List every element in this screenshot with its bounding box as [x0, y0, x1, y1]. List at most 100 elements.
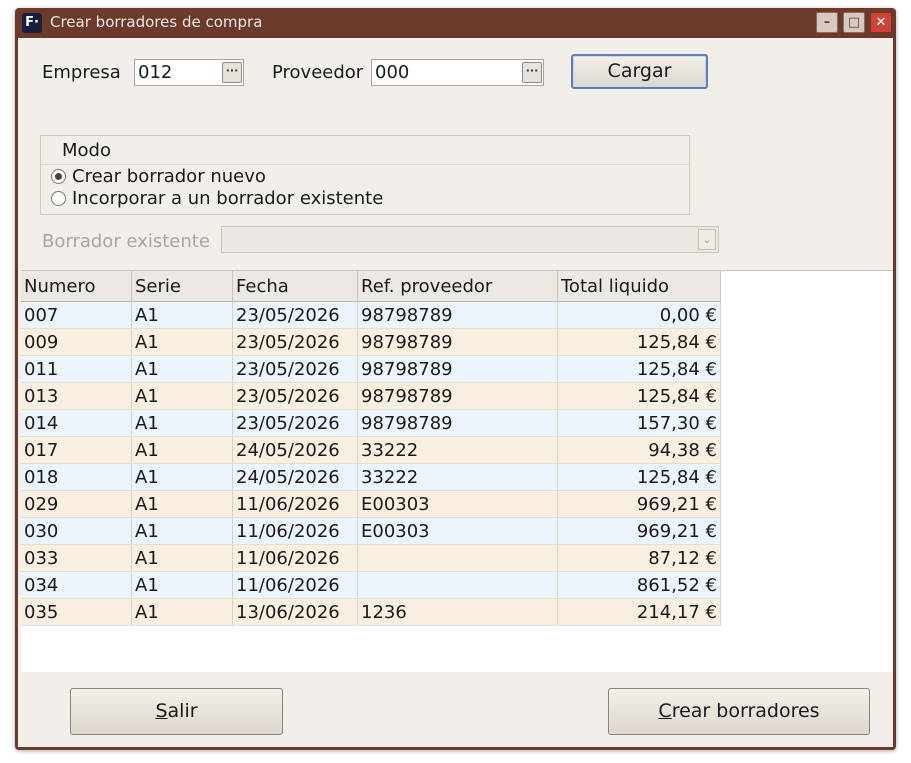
table-row[interactable]: 030 A1 11/06/2026 E00303 969,21 € [21, 517, 721, 545]
cell-serie: A1 [131, 544, 233, 572]
chevron-down-icon: ⌄ [698, 229, 716, 250]
cell-numero: 011 [21, 355, 132, 383]
cargar-button[interactable]: Cargar [571, 54, 708, 89]
proveedor-lookup-button[interactable]: ··· [522, 62, 542, 83]
table-row[interactable]: 035 A1 13/06/2026 1236 214,17 € [21, 598, 721, 626]
table-row[interactable]: 011 A1 23/05/2026 98798789 125,84 € [21, 355, 721, 383]
cell-ref-proveedor: 98798789 [357, 328, 558, 356]
bottom-bar: Salir Crear borradores [21, 672, 893, 747]
dialog-body: Empresa 012 ··· Proveedor 000 ··· Cargar… [18, 38, 893, 747]
facturas-grid[interactable]: Numero Serie Fecha Ref. proveedor Total … [21, 270, 893, 674]
radio-unselected-icon [51, 191, 66, 206]
crear-borradores-button[interactable]: Crear borradores [608, 688, 870, 735]
table-row[interactable]: 014 A1 23/05/2026 98798789 157,30 € [21, 409, 721, 437]
table-body: 007 A1 23/05/2026 98798789 0,00 €009 A1 23/05/… [21, 301, 721, 626]
modo-group: Modo Crear borrador nuevo Incorporar a u… [40, 135, 690, 215]
cell-fecha: 23/05/2026 [232, 355, 358, 383]
cell-numero: 030 [21, 517, 132, 545]
radio-crear-nuevo[interactable]: Crear borrador nuevo [51, 166, 266, 187]
radio-incorporar-label: Incorporar a un borrador existente [72, 188, 384, 209]
cell-numero: 014 [21, 409, 132, 437]
table-row[interactable]: 018 A1 24/05/2026 33222 125,84 € [21, 463, 721, 491]
cell-fecha: 24/05/2026 [232, 436, 358, 464]
radio-selected-icon [51, 169, 66, 184]
table-row[interactable]: 017 A1 24/05/2026 33222 94,38 € [21, 436, 721, 464]
cell-fecha: 13/06/2026 [232, 598, 358, 626]
cell-ref-proveedor: 98798789 [357, 355, 558, 383]
column-header-total-liquido[interactable]: Total liquido [557, 271, 721, 302]
cell-ref-proveedor [357, 544, 558, 572]
proveedor-label: Proveedor [272, 62, 364, 83]
cell-ref-proveedor: E00303 [357, 517, 558, 545]
cell-numero: 007 [21, 301, 132, 329]
table-row[interactable]: 033 A1 11/06/2026 87,12 € [21, 544, 721, 572]
modo-header: Modo [41, 136, 689, 165]
proveedor-field[interactable]: 000 [371, 59, 544, 86]
column-header-serie[interactable]: Serie [131, 271, 233, 302]
cell-numero: 034 [21, 571, 132, 599]
minimize-button[interactable]: – [816, 12, 838, 33]
borrador-existente-select: ⌄ [221, 226, 719, 253]
cell-numero: 018 [21, 463, 132, 491]
radio-crear-nuevo-label: Crear borrador nuevo [72, 166, 266, 187]
column-header-numero[interactable]: Numero [21, 271, 132, 302]
table-row[interactable]: 029 A1 11/06/2026 E00303 969,21 € [21, 490, 721, 518]
maximize-button[interactable]: □ [843, 12, 865, 33]
cell-total-liquido: 969,21 € [557, 517, 721, 545]
cell-fecha: 11/06/2026 [232, 544, 358, 572]
cell-ref-proveedor: 33222 [357, 436, 558, 464]
app-logo-icon: F· [22, 13, 42, 33]
modo-title: Modo [62, 140, 111, 161]
cell-total-liquido: 969,21 € [557, 490, 721, 518]
cell-numero: 035 [21, 598, 132, 626]
cell-ref-proveedor: 33222 [357, 463, 558, 491]
close-button[interactable]: ✕ [870, 12, 892, 33]
table-row[interactable]: 007 A1 23/05/2026 98798789 0,00 € [21, 301, 721, 329]
cell-ref-proveedor: E00303 [357, 490, 558, 518]
cell-fecha: 11/06/2026 [232, 571, 358, 599]
column-header-ref-proveedor[interactable]: Ref. proveedor [357, 271, 558, 302]
cell-fecha: 23/05/2026 [232, 382, 358, 410]
cell-serie: A1 [131, 598, 233, 626]
cell-serie: A1 [131, 355, 233, 383]
cell-fecha: 23/05/2026 [232, 409, 358, 437]
crear-mnemonic: C [658, 700, 672, 722]
cell-numero: 029 [21, 490, 132, 518]
empresa-lookup-button[interactable]: ··· [222, 62, 242, 83]
cell-total-liquido: 125,84 € [557, 328, 721, 356]
salir-label: alir [167, 700, 198, 722]
cell-fecha: 24/05/2026 [232, 463, 358, 491]
cell-numero: 017 [21, 436, 132, 464]
borrador-existente-label: Borrador existente [42, 231, 210, 252]
cell-total-liquido: 214,17 € [557, 598, 721, 626]
table-row[interactable]: 034 A1 11/06/2026 861,52 € [21, 571, 721, 599]
salir-mnemonic: S [155, 700, 168, 722]
table-row[interactable]: 013 A1 23/05/2026 98798789 125,84 € [21, 382, 721, 410]
window-title: Crear borradores de compra [50, 13, 263, 31]
empresa-value: 012 [138, 62, 173, 83]
title-bar[interactable]: F· Crear borradores de compra – □ ✕ [15, 8, 896, 38]
cell-total-liquido: 125,84 € [557, 382, 721, 410]
cell-fecha: 23/05/2026 [232, 328, 358, 356]
cell-total-liquido: 861,52 € [557, 571, 721, 599]
cell-numero: 033 [21, 544, 132, 572]
radio-incorporar[interactable]: Incorporar a un borrador existente [51, 188, 383, 209]
table-row[interactable]: 009 A1 23/05/2026 98798789 125,84 € [21, 328, 721, 356]
cell-total-liquido: 125,84 € [557, 355, 721, 383]
cell-total-liquido: 157,30 € [557, 409, 721, 437]
proveedor-value: 000 [375, 62, 410, 83]
cell-serie: A1 [131, 490, 233, 518]
cell-ref-proveedor [357, 571, 558, 599]
cell-ref-proveedor: 98798789 [357, 409, 558, 437]
cell-serie: A1 [131, 409, 233, 437]
crear-borradores-label: rear borradores [671, 700, 820, 722]
cell-serie: A1 [131, 436, 233, 464]
table-header-row: Numero Serie Fecha Ref. proveedor Total … [21, 271, 721, 302]
empresa-label: Empresa [42, 62, 121, 83]
column-header-fecha[interactable]: Fecha [232, 271, 358, 302]
cell-ref-proveedor: 98798789 [357, 301, 558, 329]
salir-button[interactable]: Salir [70, 688, 283, 735]
cell-fecha: 11/06/2026 [232, 490, 358, 518]
cell-total-liquido: 125,84 € [557, 463, 721, 491]
facturas-table: Numero Serie Fecha Ref. proveedor Total … [21, 271, 721, 626]
